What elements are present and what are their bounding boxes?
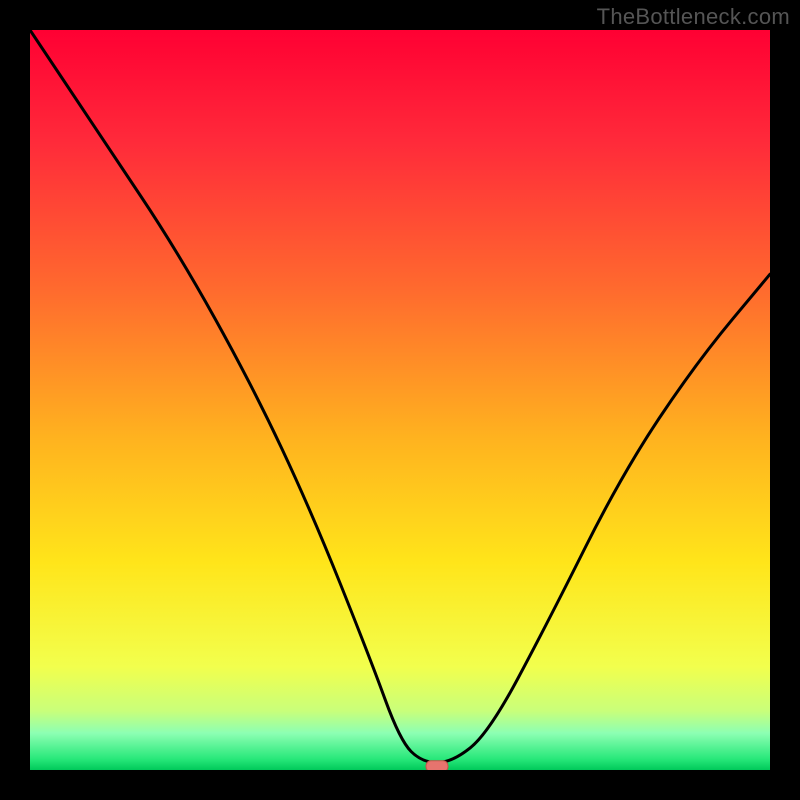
watermark-text: TheBottleneck.com <box>597 4 790 30</box>
gradient-background <box>30 30 770 770</box>
chart-frame: TheBottleneck.com <box>0 0 800 800</box>
plot-area <box>30 30 770 770</box>
optimum-marker <box>426 761 448 770</box>
bottleneck-curve-chart <box>30 30 770 770</box>
